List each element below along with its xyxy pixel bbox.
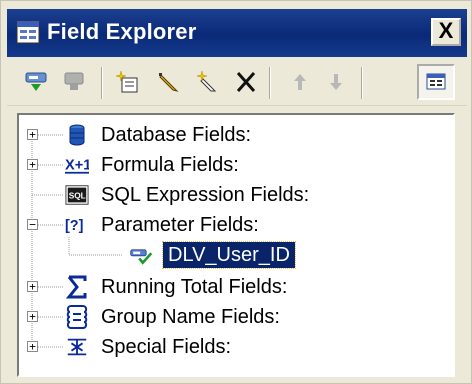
tree-item-sql-expression-fields[interactable]: SQL SQL Expression Fields: bbox=[19, 181, 439, 209]
edit-icon bbox=[159, 73, 179, 92]
special-fields-icon bbox=[65, 335, 89, 359]
window-title: Field Explorer bbox=[47, 19, 197, 44]
tree-item-parameter-fields[interactable]: − [?] Parameter Fields: bbox=[19, 211, 439, 239]
collapse-toggle[interactable]: − bbox=[27, 219, 38, 230]
move-up-button[interactable] bbox=[283, 65, 317, 99]
expand-toggle[interactable]: + bbox=[27, 311, 38, 322]
tree-item-special-fields[interactable]: + Special Fields: bbox=[19, 333, 439, 361]
group-name-icon bbox=[65, 305, 89, 329]
expand-toggle[interactable]: + bbox=[27, 159, 38, 170]
svg-text:[?]: [?] bbox=[65, 218, 83, 234]
move-down-icon bbox=[330, 74, 342, 90]
delete-icon bbox=[236, 72, 256, 92]
tree-item-label: Parameter Fields: bbox=[101, 214, 259, 236]
new-button[interactable] bbox=[111, 65, 145, 99]
close-button[interactable]: X bbox=[431, 18, 461, 46]
tree-item-label: Special Fields: bbox=[101, 336, 232, 358]
rename-icon bbox=[196, 70, 217, 92]
formula-icon: X+1 bbox=[65, 153, 89, 177]
toolbar bbox=[7, 61, 467, 106]
tree-item-label: SQL Expression Fields: bbox=[101, 184, 310, 206]
sql-icon: SQL bbox=[65, 183, 89, 207]
insert-to-report-button[interactable] bbox=[19, 65, 53, 99]
expand-toggle[interactable]: + bbox=[27, 281, 38, 292]
delete-button[interactable] bbox=[229, 65, 263, 99]
rename-button[interactable] bbox=[191, 65, 225, 99]
toolbar-separator bbox=[101, 67, 103, 99]
field-explorer-window: Field Explorer X + Database Fields: + X+… bbox=[0, 0, 472, 384]
tree-item-running-total-fields[interactable]: + Running Total Fields: bbox=[19, 273, 439, 301]
expand-toggle[interactable]: + bbox=[27, 129, 38, 140]
insert-to-report-icon bbox=[25, 72, 47, 91]
tree-item-label: Running Total Fields: bbox=[101, 276, 288, 298]
toggle-view-icon bbox=[426, 73, 446, 90]
new-icon bbox=[115, 70, 138, 93]
edit-button[interactable] bbox=[151, 65, 185, 99]
svg-text:SQL: SQL bbox=[69, 191, 86, 201]
move-up-icon bbox=[294, 74, 306, 90]
expand-toggle[interactable]: + bbox=[27, 341, 38, 352]
tree-item-label: DLV_User_ID bbox=[162, 241, 296, 269]
tree-item-database-fields[interactable]: + Database Fields: bbox=[19, 121, 439, 149]
toolbar-separator bbox=[361, 67, 363, 99]
title-bar[interactable]: Field Explorer X bbox=[7, 9, 467, 57]
browse-button[interactable] bbox=[57, 65, 91, 99]
running-total-icon bbox=[65, 275, 89, 299]
parameter-icon: [?] bbox=[65, 213, 89, 237]
move-down-button[interactable] bbox=[319, 65, 353, 99]
toolbar-separator bbox=[269, 67, 271, 99]
parameter-field-icon bbox=[129, 243, 153, 267]
tree-item-group-name-fields[interactable]: + Group Name Fields: bbox=[19, 303, 439, 331]
field-explorer-icon bbox=[16, 20, 40, 44]
tree-item-label: Database Fields: bbox=[101, 124, 252, 146]
toggle-view-button[interactable] bbox=[417, 64, 455, 100]
tree-item-formula-fields[interactable]: + X+1 Formula Fields: bbox=[19, 151, 439, 179]
field-tree[interactable]: + Database Fields: + X+1 Formula Fields:… bbox=[17, 113, 455, 377]
tree-item-label: Formula Fields: bbox=[101, 154, 239, 176]
svg-text:X+1: X+1 bbox=[65, 157, 89, 173]
tree-item-label: Group Name Fields: bbox=[101, 306, 280, 328]
browse-icon bbox=[64, 72, 84, 90]
database-icon bbox=[65, 123, 89, 147]
tree-item-dlv-user-id[interactable]: DLV_User_ID bbox=[19, 241, 439, 269]
